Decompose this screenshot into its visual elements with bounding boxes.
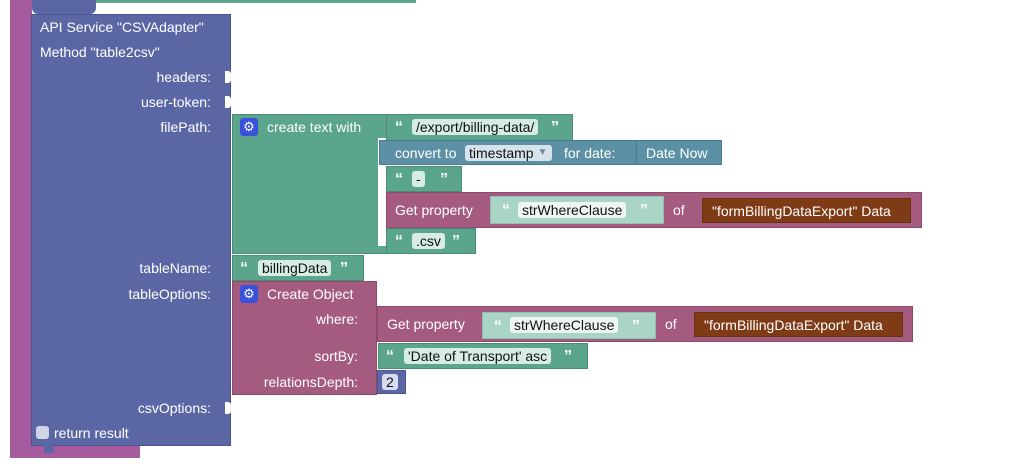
close-quote-icon: ” (640, 202, 648, 219)
table-name-label: tableName: (139, 260, 211, 276)
get-property-label: Get property (395, 202, 473, 218)
sort-by-label: sortBy: (314, 348, 358, 364)
open-quote-icon: “ (386, 348, 394, 365)
text-field-export-path[interactable]: /export/billing-data/ (412, 119, 539, 135)
open-quote-icon: “ (395, 233, 403, 250)
chevron-down-icon: ▼ (537, 147, 548, 158)
close-quote-icon: ” (564, 348, 572, 365)
return-result-checkbox[interactable] (36, 426, 49, 439)
block-bottom-tab (44, 445, 54, 453)
convert-to-label: convert to (395, 145, 457, 161)
table-name-field[interactable]: billingData (258, 260, 332, 276)
get-property-label: Get property (387, 316, 465, 332)
close-quote-icon: ” (440, 171, 448, 188)
user-token-label: user-token: (140, 94, 211, 110)
open-quote-icon: “ (494, 318, 502, 335)
user-token-socket[interactable] (225, 96, 231, 108)
top-partial-block (32, 0, 96, 14)
where-label: where: (315, 311, 358, 327)
property-name-field[interactable]: strWhereClause (518, 202, 627, 218)
api-method-title: Method "table2csv" (40, 44, 160, 60)
of-label: of (665, 316, 677, 332)
file-path-label: filePath: (160, 119, 211, 135)
of-label: of (673, 202, 685, 218)
close-quote-icon: ” (340, 260, 348, 277)
headers-socket[interactable] (225, 71, 231, 83)
csv-options-socket[interactable] (225, 402, 231, 414)
close-quote-icon: ” (452, 233, 460, 250)
top-partial-block-green (96, 0, 416, 3)
gear-icon[interactable]: ⚙ (240, 118, 258, 136)
open-quote-icon: “ (395, 119, 403, 136)
sort-by-field[interactable]: 'Date of Transport' asc (404, 348, 552, 364)
property-name-field[interactable]: strWhereClause (510, 317, 619, 333)
form-data-label: "formBillingDataExport" Data (712, 203, 891, 219)
open-quote-icon: “ (395, 171, 403, 188)
timestamp-dropdown[interactable]: timestamp ▼ (465, 145, 552, 161)
return-result-label: return result (54, 425, 129, 441)
timestamp-dropdown-value: timestamp (469, 145, 534, 161)
for-date-label: for date: (564, 145, 616, 161)
date-now-label: Date Now (646, 145, 708, 161)
table-options-label: tableOptions: (128, 286, 212, 302)
headers-label: headers: (156, 69, 211, 85)
create-object-label: Create Object (267, 286, 354, 302)
text-field-dash[interactable]: - (412, 171, 425, 187)
relations-depth-field[interactable]: 2 (382, 374, 398, 390)
gear-icon[interactable]: ⚙ (240, 285, 258, 303)
form-data-label: "formBillingDataExport" Data (704, 317, 883, 333)
open-quote-icon: “ (240, 260, 248, 277)
relations-depth-label: relationsDepth: (263, 374, 358, 390)
api-service-title: API Service "CSVAdapter" (40, 19, 204, 35)
text-field-csv[interactable]: .csv (412, 233, 445, 249)
open-quote-icon: “ (502, 202, 510, 219)
close-quote-icon: ” (632, 318, 640, 335)
outer-block[interactable] (10, 0, 32, 450)
csv-options-label: csvOptions: (137, 400, 211, 416)
close-quote-icon: ” (551, 119, 559, 136)
create-text-label: create text with (267, 119, 362, 135)
